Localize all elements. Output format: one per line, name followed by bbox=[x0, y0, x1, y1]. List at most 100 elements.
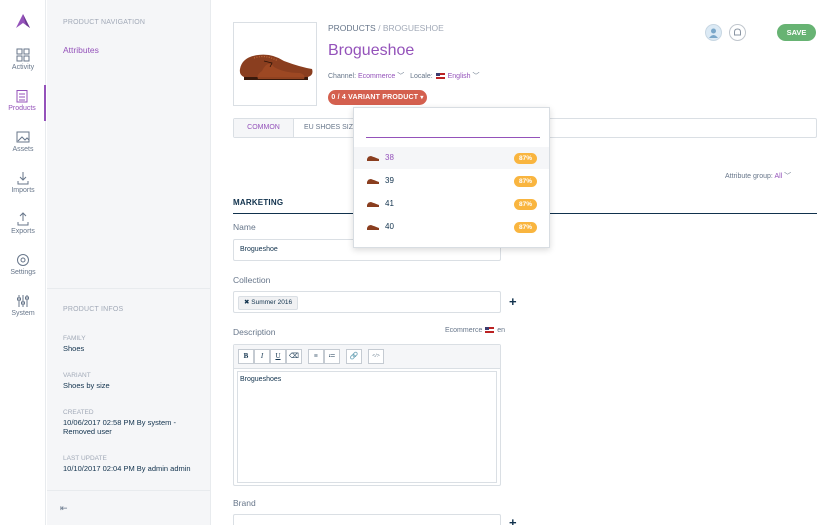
bold-button[interactable]: B bbox=[238, 349, 254, 364]
channel-label: Channel: bbox=[328, 73, 357, 80]
activity-icon bbox=[16, 48, 30, 62]
menu-label: Imports bbox=[11, 187, 35, 194]
description-editor[interactable]: B I U ⌫ ≡ ≔ 🔗 </> Brogueshoes bbox=[233, 344, 501, 486]
product-infos-title: PRODUCT INFOS bbox=[63, 306, 124, 313]
completeness-badge: 87% bbox=[514, 176, 537, 187]
user-avatar-button[interactable] bbox=[705, 24, 722, 41]
add-brand-icon[interactable]: + bbox=[509, 515, 517, 525]
link-button[interactable]: 🔗 bbox=[346, 349, 362, 364]
product-image[interactable] bbox=[233, 22, 317, 106]
bulleted-list-button[interactable]: ≡ bbox=[308, 349, 324, 364]
chevron-down-icon: ▾ bbox=[420, 95, 424, 101]
divider bbox=[47, 288, 210, 289]
created-label: CREATED bbox=[63, 409, 94, 416]
collection-chip[interactable]: ✖ Summer 2016 bbox=[238, 296, 299, 310]
numbered-list-button[interactable]: ≔ bbox=[324, 349, 340, 364]
brogue-shoe-image bbox=[239, 54, 313, 80]
menu-label: Products bbox=[8, 105, 36, 112]
variant-dropdown: 38 87% 39 87% 41 87% 40 87% bbox=[353, 107, 550, 248]
add-collection-icon[interactable]: + bbox=[509, 294, 517, 309]
editor-content-area[interactable] bbox=[237, 371, 497, 483]
attribute-group-label: Attribute group: bbox=[725, 173, 773, 180]
attribute-group-value[interactable]: All bbox=[774, 173, 782, 180]
us-flag-icon bbox=[485, 327, 495, 334]
product-navigation-title: PRODUCT NAVIGATION bbox=[63, 19, 146, 26]
eraser-button[interactable]: ⌫ bbox=[286, 349, 302, 364]
variant-search-input[interactable] bbox=[366, 126, 540, 138]
product-navigation-panel: PRODUCT NAVIGATION Attributes PRODUCT IN… bbox=[47, 0, 211, 525]
attribute-group-filter[interactable]: Attribute group: All ﹀ bbox=[725, 171, 791, 181]
menu-imports[interactable]: Imports bbox=[0, 167, 46, 203]
imports-icon bbox=[17, 172, 29, 185]
menu-label: System bbox=[11, 310, 35, 317]
save-button[interactable]: SAVE bbox=[777, 24, 816, 41]
shoe-thumbnail-icon bbox=[367, 202, 379, 207]
assets-icon bbox=[16, 131, 30, 143]
menu-system[interactable]: System bbox=[0, 290, 46, 326]
shoe-thumbnail-icon bbox=[367, 179, 379, 184]
settings-icon bbox=[17, 254, 29, 266]
locale-select[interactable]: English bbox=[448, 73, 471, 80]
variant-option[interactable]: 38 87% bbox=[354, 147, 549, 169]
variant-option[interactable]: 39 87% bbox=[354, 170, 549, 192]
product-edit-form: PRODUCTS / BROGUESHOE Brogueshoe Channel… bbox=[211, 0, 840, 525]
chevron-down-icon[interactable]: ﹀ bbox=[784, 173, 791, 180]
description-scope: Ecommerce en bbox=[445, 327, 505, 334]
menu-label: Settings bbox=[10, 269, 36, 276]
breadcrumb: PRODUCTS / BROGUESHOE bbox=[328, 23, 444, 33]
menu-assets[interactable]: Assets bbox=[0, 126, 46, 162]
editor-toolbar: B I U ⌫ ≡ ≔ 🔗 </> bbox=[234, 345, 500, 369]
divider bbox=[47, 490, 210, 491]
last-update-value: 10/10/2017 02:04 PM By admin admin bbox=[63, 464, 191, 473]
menu-label: Exports bbox=[11, 228, 35, 235]
system-icon bbox=[17, 295, 29, 307]
code-view-button[interactable]: </> bbox=[368, 349, 384, 364]
variant-value: Shoes by size bbox=[63, 381, 110, 390]
menu-products[interactable]: Products bbox=[0, 85, 46, 121]
description-label: Description bbox=[233, 327, 276, 337]
family-label: FAMILY bbox=[63, 335, 86, 342]
variant-option[interactable]: 41 87% bbox=[354, 193, 549, 215]
locale-label: Locale: bbox=[410, 73, 433, 80]
collection-field[interactable]: ✖ Summer 2016 bbox=[233, 291, 501, 313]
breadcrumb-products[interactable]: PRODUCTS bbox=[328, 23, 376, 33]
shoe-thumbnail-icon bbox=[367, 156, 379, 161]
tab-eu-shoes-size[interactable]: EU SHOES SIZE bbox=[304, 119, 358, 137]
variant-option[interactable]: 40 87% bbox=[354, 216, 549, 238]
name-label: Name bbox=[233, 222, 256, 232]
menu-label: Activity bbox=[11, 64, 35, 71]
completeness-badge: 87% bbox=[514, 222, 537, 233]
products-icon bbox=[16, 90, 28, 103]
variant-label: 41 bbox=[385, 199, 394, 208]
completeness-badge: 87% bbox=[514, 199, 537, 210]
underline-button[interactable]: U bbox=[270, 349, 286, 364]
remove-chip-icon[interactable]: ✖ bbox=[244, 299, 249, 306]
description-value: Brogueshoes bbox=[240, 376, 282, 383]
brand-field[interactable] bbox=[233, 514, 501, 525]
description-locale: en bbox=[497, 327, 506, 334]
breadcrumb-current: BROGUESHOE bbox=[382, 23, 444, 33]
menu-settings[interactable]: Settings bbox=[0, 249, 46, 285]
context-switcher: Channel: Ecommerce ﹀ Locale: English ﹀ bbox=[328, 71, 480, 81]
collapse-panel-icon[interactable]: ⇤ bbox=[60, 503, 68, 514]
chevron-down-icon[interactable]: ﹀ bbox=[397, 73, 404, 80]
chevron-down-icon[interactable]: ﹀ bbox=[473, 73, 480, 80]
created-value: 10/06/2017 02:58 PM By system - Removed … bbox=[63, 418, 176, 436]
menu-activity[interactable]: Activity bbox=[0, 44, 46, 80]
menu-exports[interactable]: Exports bbox=[0, 208, 46, 244]
bell-icon bbox=[734, 28, 741, 36]
name-value: Brogueshoe bbox=[240, 246, 278, 253]
channel-select[interactable]: Ecommerce bbox=[358, 73, 395, 80]
attributes-link[interactable]: Attributes bbox=[63, 45, 99, 55]
tab-common[interactable]: COMMON bbox=[234, 119, 294, 137]
italic-button[interactable]: I bbox=[254, 349, 270, 364]
variant-navigation-button[interactable]: 0 / 4 VARIANT PRODUCT ▾ bbox=[328, 90, 427, 105]
main-menu: Activity Products Assets Imports Exports… bbox=[0, 0, 46, 525]
akeneo-logo[interactable] bbox=[12, 10, 34, 32]
us-flag-icon bbox=[435, 73, 445, 80]
collection-label: Collection bbox=[233, 275, 271, 285]
exports-icon bbox=[17, 212, 29, 226]
notifications-button[interactable] bbox=[729, 24, 746, 41]
user-icon bbox=[709, 28, 718, 38]
completeness-badge: 87% bbox=[514, 153, 537, 164]
